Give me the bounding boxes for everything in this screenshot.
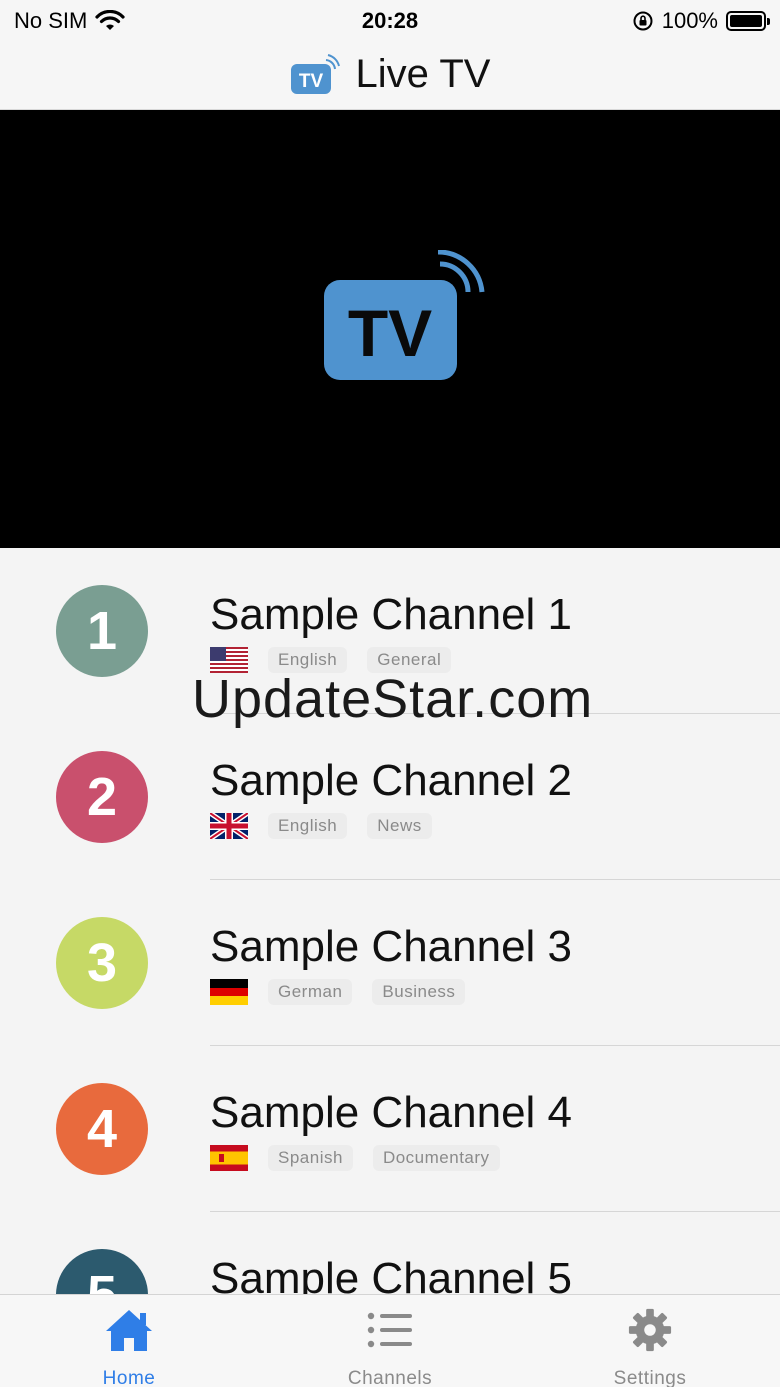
gear-icon	[628, 1308, 672, 1352]
es-flag-icon	[210, 1145, 248, 1171]
battery-percent: 100%	[661, 8, 718, 33]
channel-row[interactable]: 3 Sample Channel 3 German Business	[0, 880, 780, 1046]
app-header: TV Live TV	[0, 40, 780, 110]
header-logo-text: TV	[298, 71, 323, 92]
home-icon	[106, 1310, 152, 1351]
tv-placeholder-icon: TV	[324, 250, 485, 380]
channel-number-badge: 4	[56, 1083, 148, 1175]
tab-home-label: Home	[102, 1368, 156, 1387]
channel-number-badge: 1	[56, 585, 148, 677]
category-tag: Documentary	[372, 1145, 500, 1171]
tv-logo-icon: TV	[290, 53, 340, 94]
list-icon	[367, 1312, 412, 1348]
channel-number-badge: 3	[56, 917, 148, 1009]
channel-number-badge: 5	[56, 1249, 148, 1294]
gb-flag-icon	[210, 813, 248, 839]
watermark-text: UpdateStar.com	[192, 669, 594, 729]
channel-name: Sample Channel 3	[210, 922, 573, 971]
channel-name: Sample Channel 5	[210, 1254, 573, 1294]
channel-name: Sample Channel 1	[210, 590, 573, 639]
video-player[interactable]: TV	[0, 110, 780, 548]
page-title: Live TV	[355, 52, 491, 96]
status-right: 100%	[632, 8, 770, 34]
de-flag-icon	[210, 979, 248, 1005]
orientation-lock-icon	[633, 11, 653, 31]
language-tag: English	[268, 813, 348, 839]
tab-home[interactable]: Home	[39, 1307, 219, 1387]
language-tag: German	[268, 979, 353, 1005]
language-tag: Spanish	[268, 1145, 353, 1171]
channel-name: Sample Channel 2	[210, 756, 573, 805]
channel-meta: English News	[210, 813, 432, 839]
tab-bar: Home Channels Settings	[0, 1294, 780, 1387]
player-logo-text: TV	[348, 296, 432, 370]
tab-channels-label: Channels	[347, 1368, 433, 1387]
tab-settings-label: Settings	[613, 1368, 687, 1387]
channel-row[interactable]: 5 Sample Channel 5	[0, 1212, 780, 1294]
status-bar: No SIM 20:28 100%	[0, 0, 780, 40]
channel-meta: Spanish Documentary	[210, 1145, 500, 1171]
category-tag: News	[367, 813, 432, 839]
channel-list[interactable]: 1 Sample Channel 1 English General 2 Sam…	[0, 548, 780, 1294]
channel-row[interactable]: 2 Sample Channel 2 English News	[0, 714, 780, 880]
battery-icon	[726, 11, 770, 31]
category-tag: Business	[372, 979, 466, 1005]
channel-number-badge: 2	[56, 751, 148, 843]
tab-settings[interactable]: Settings	[560, 1307, 740, 1387]
channel-name: Sample Channel 4	[210, 1088, 573, 1137]
tab-channels[interactable]: Channels	[300, 1307, 480, 1387]
channel-row[interactable]: 4 Sample Channel 4 Spanish Documentary	[0, 1046, 780, 1212]
channel-meta: German Business	[210, 979, 466, 1005]
